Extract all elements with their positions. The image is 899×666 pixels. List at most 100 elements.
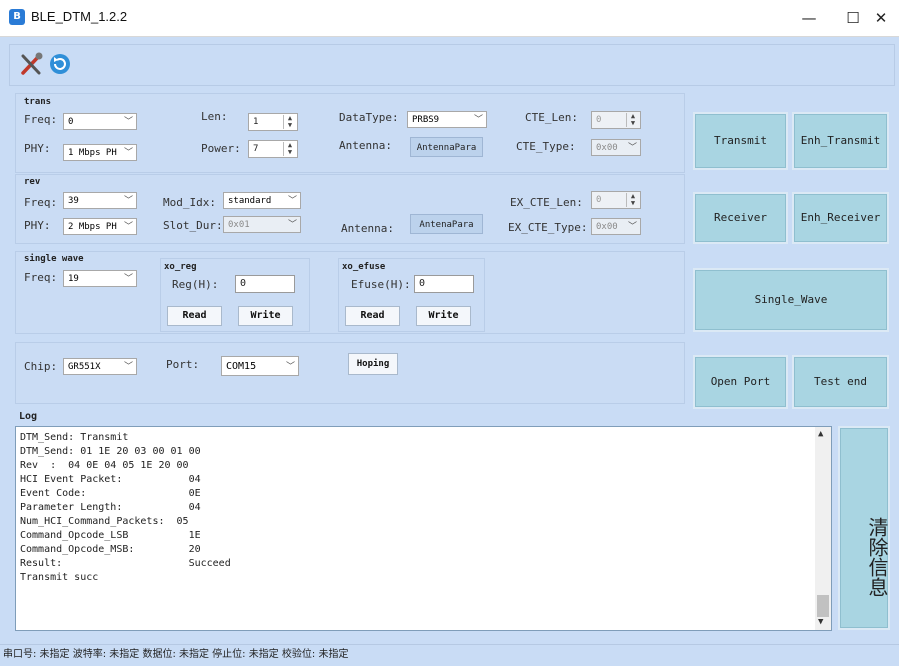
clear-log-button[interactable]: 清除信息 [838,426,890,630]
trans-datatype-label: DataType: [339,111,399,124]
rev-ex-cte-type-value: 0x00 [596,222,618,232]
single-wave-group-label: single wave [24,254,84,264]
rev-mod-idx-label: Mod_Idx: [163,196,216,209]
rev-phy-select[interactable]: 2 Mbps PH ﹀ [63,218,137,235]
rev-antenna-para-button[interactable]: AntenaPara [410,214,483,234]
enh-receiver-button[interactable]: Enh_Receiver [792,192,889,244]
chip-label: Chip: [24,360,58,373]
toolbar [9,44,895,86]
rev-antenna-label: Antenna: [341,222,394,235]
port-value: COM15 [226,361,257,372]
chevron-down-icon: ﹀ [287,220,297,230]
chevron-down-icon: ﹀ [285,362,295,372]
rev-ex-cte-len-label: EX_CTE_Len: [510,196,583,209]
chevron-down-icon: ﹀ [627,222,637,232]
transmit-button[interactable]: Transmit [693,112,788,170]
single-wave-button[interactable]: Single_Wave [693,268,889,332]
app-icon: B [9,9,25,25]
chevron-down-icon: ﹀ [123,196,133,206]
port-select[interactable]: COM15 ﹀ [221,356,299,376]
enh-transmit-button[interactable]: Enh_Transmit [792,112,889,170]
window-title: BLE_DTM_1.2.2 [31,9,128,24]
log-textarea[interactable]: DTM_Send: Transmit DTM_Send: 01 1E 20 03… [15,426,832,631]
refresh-icon[interactable] [49,53,71,75]
efuse-write-button[interactable]: Write [416,306,471,326]
efuse-read-button[interactable]: Read [345,306,400,326]
spinner-arrows-icon[interactable]: ▲ ▼ [283,115,296,129]
chip-value: GR551X [68,362,101,372]
trans-cte-len-value: 0 [596,115,602,125]
minimize-button[interactable]: — [786,0,832,36]
chip-select[interactable]: GR551X ﹀ [63,358,137,375]
trans-phy-value: 1 Mbps PH [68,148,117,158]
reg-read-button[interactable]: Read [167,306,222,326]
reg-input[interactable]: 0 [235,275,295,293]
trans-phy-label: PHY: [24,142,51,155]
chevron-down-icon: ﹀ [123,362,133,372]
reg-label: Reg(H): [172,278,219,291]
trans-power-label: Power: [201,142,241,155]
trans-cte-type-label: CTE_Type: [516,140,576,153]
receiver-button[interactable]: Receiver [693,192,788,244]
trans-freq-value: 0 [68,117,74,127]
trans-cte-len-spinner[interactable]: 0 ▲ ▼ [591,111,641,129]
rev-slot-dur-select[interactable]: 0x01 ﹀ [223,216,301,233]
chevron-down-icon: ﹀ [287,196,297,206]
status-bar: 串口号: 未指定 波特率: 未指定 数据位: 未指定 停止位: 未指定 校验位:… [0,644,899,666]
close-button[interactable]: ✕ [858,0,899,36]
rev-phy-label: PHY: [24,219,51,232]
test-end-button[interactable]: Test end [792,355,889,409]
trans-antenna-para-button[interactable]: AntennaPara [410,137,483,157]
log-scrollbar[interactable]: ▲ ▼ [815,427,831,630]
chevron-down-icon: ﹀ [123,274,133,284]
hoping-button[interactable]: Hoping [348,353,398,375]
open-port-button[interactable]: Open Port [693,355,788,409]
xo-reg-label: xo_reg [164,262,197,272]
trans-cte-len-label: CTE_Len: [525,111,578,124]
trans-datatype-select[interactable]: PRBS9 ﹀ [407,111,487,128]
trans-len-spinner[interactable]: 1 ▲ ▼ [248,113,298,131]
log-label: Log [19,411,38,422]
scroll-down-icon[interactable]: ▼ [818,617,823,627]
spinner-arrows-icon[interactable]: ▲ ▼ [283,142,296,156]
spinner-arrows-icon[interactable]: ▲ ▼ [626,193,639,207]
efuse-label: Efuse(H): [351,278,411,291]
trans-freq-select[interactable]: 0 ﹀ [63,113,137,130]
tools-icon[interactable] [19,51,45,77]
title-bar: B BLE_DTM_1.2.2 — ☐ ✕ [0,0,899,37]
single-wave-freq-value: 19 [68,274,79,284]
chevron-down-icon: ﹀ [123,148,133,158]
scroll-up-icon[interactable]: ▲ [818,429,823,439]
trans-len-value: 1 [253,117,259,127]
rev-slot-dur-label: Slot_Dur: [163,219,223,232]
scroll-thumb[interactable] [817,595,829,617]
single-wave-freq-select[interactable]: 19 ﹀ [63,270,137,287]
trans-phy-select[interactable]: 1 Mbps PH ﹀ [63,144,137,161]
rev-ex-cte-len-spinner[interactable]: 0 ▲ ▼ [591,191,641,209]
rev-slot-dur-value: 0x01 [228,220,250,230]
trans-len-label: Len: [201,110,228,123]
rev-phy-value: 2 Mbps PH [68,222,117,232]
trans-cte-type-select[interactable]: 0x00 ﹀ [591,139,641,156]
trans-power-spinner[interactable]: 7 ▲ ▼ [248,140,298,158]
rev-ex-cte-len-value: 0 [596,195,602,205]
rev-ex-cte-type-select[interactable]: 0x00 ﹀ [591,218,641,235]
spinner-arrows-icon[interactable]: ▲ ▼ [626,113,639,127]
rev-mod-idx-select[interactable]: standard ﹀ [223,192,301,209]
log-text: DTM_Send: Transmit DTM_Send: 01 1E 20 03… [20,432,231,583]
chevron-down-icon: ﹀ [473,115,483,125]
chevron-down-icon: ﹀ [123,117,133,127]
reg-write-button[interactable]: Write [238,306,293,326]
rev-freq-select[interactable]: 39 ﹀ [63,192,137,209]
efuse-input[interactable]: 0 [414,275,474,293]
trans-power-value: 7 [253,144,259,154]
single-wave-freq-label: Freq: [24,271,58,284]
chevron-down-icon: ﹀ [123,222,133,232]
trans-antenna-label: Antenna: [339,139,392,152]
trans-cte-type-value: 0x00 [596,143,618,153]
trans-freq-label: Freq: [24,113,58,126]
rev-group-label: rev [24,177,41,187]
trans-datatype-value: PRBS9 [412,115,440,125]
chevron-down-icon: ﹀ [627,143,637,153]
status-text: 串口号: 未指定 波特率: 未指定 数据位: 未指定 停止位: 未指定 校验位:… [3,649,349,660]
